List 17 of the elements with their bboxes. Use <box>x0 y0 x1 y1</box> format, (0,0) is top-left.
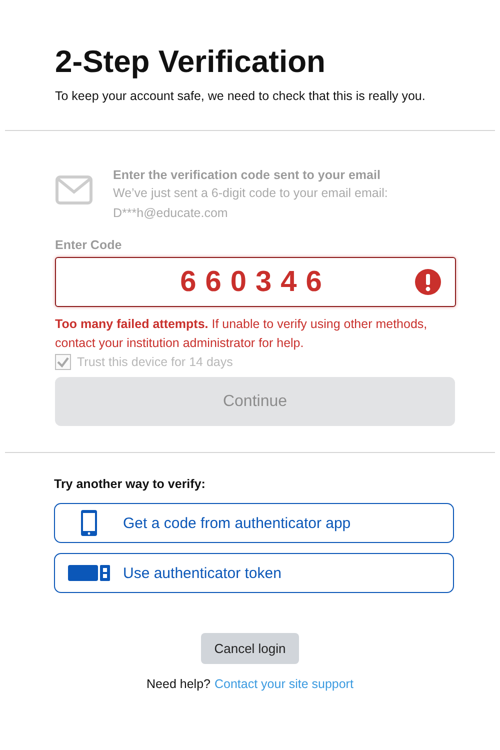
authenticator-app-button[interactable]: Get a code from authenticator app <box>54 503 454 543</box>
trust-label: Trust this device for 14 days <box>77 354 233 371</box>
authenticator-token-button[interactable]: Use authenticator token <box>54 553 454 593</box>
code-label: Enter Code <box>55 237 123 253</box>
email-instruction-text: We’ve just sent a 6-digit code to your email email: D***h@educate.com <box>113 185 389 222</box>
phone-icon <box>81 510 97 536</box>
page-title: 2-Step Verification <box>55 44 326 80</box>
error-icon <box>415 269 441 295</box>
cancel-login-button[interactable]: Cancel login <box>201 633 299 664</box>
email-instruction-heading: Enter the verification code sent to your email <box>113 167 382 183</box>
code-field[interactable]: 660346 <box>55 257 456 307</box>
usb-token-icon <box>68 565 110 581</box>
envelope-icon <box>55 175 93 205</box>
error-message: Too many failed attempts. If unable to verify using other methods, contact your institution administrator for help. <box>55 316 428 352</box>
alternatives-heading: Try another way to verify: <box>54 477 206 491</box>
subtitle: To keep your account safe, we need to check that this is really you. <box>55 88 426 104</box>
help-text: Need help? <box>146 677 210 691</box>
